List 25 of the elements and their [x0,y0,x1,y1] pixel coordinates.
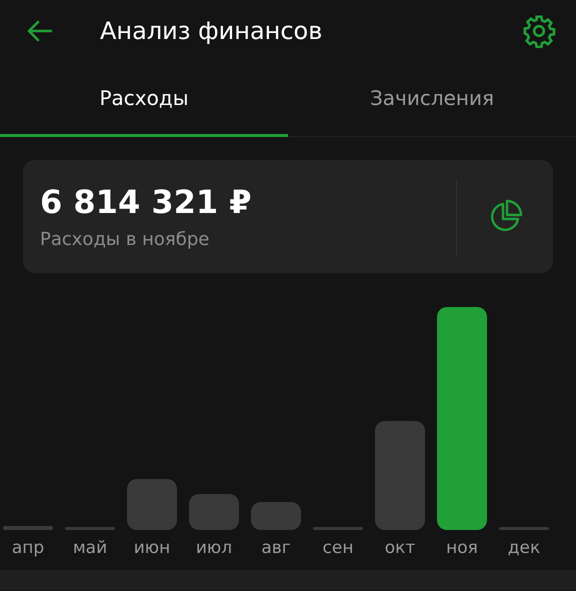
month-bar[interactable] [189,494,239,530]
month-label: апр [12,538,44,558]
month-bar[interactable] [65,526,115,530]
month-label: окт [384,538,416,558]
month-bar[interactable] [499,526,549,530]
month-label: сен [322,538,354,558]
month-bar[interactable] [3,526,53,530]
month-label: ноя [446,538,478,558]
month-label: авг [261,538,291,558]
back-arrow-icon[interactable] [26,20,52,42]
month-bar[interactable] [251,502,301,530]
month-bar[interactable] [375,420,425,530]
month-label: июл [196,538,232,558]
month-bar[interactable] [127,478,177,530]
screen-title: Анализ финансов [100,17,324,45]
expense-amount: 6 814 321 ₽ [40,183,253,221]
month-bar[interactable] [313,526,363,530]
settings-icon[interactable] [522,14,556,48]
month-label: май [72,538,108,558]
tab[interactable]: Зачисления [288,62,576,137]
month-label: июн [134,538,170,558]
expense-caption: Расходы в ноябре [40,229,210,250]
tab[interactable]: Расходы [0,62,288,137]
month-label: дек [508,538,540,558]
month-bar[interactable] [437,307,487,530]
